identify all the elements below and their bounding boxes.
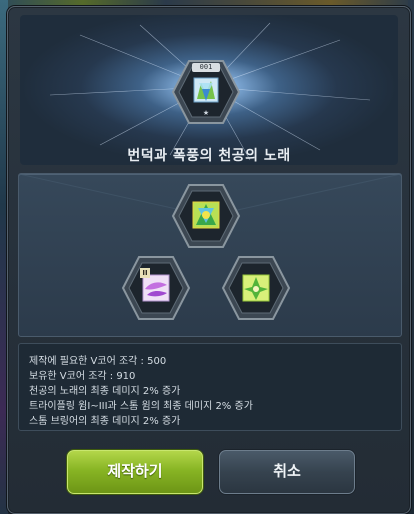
trifling-wind-skill-icon: [142, 274, 170, 302]
skill-level-badge: II: [140, 268, 150, 278]
owned-fragments: 보유한 V코어 조각 : 910: [29, 371, 136, 382]
core-badge: 001: [192, 63, 220, 72]
v-core-craft-dialog: ★ 001 번덕과 폭풍의 천공의 노래 II 제작에 필요한 V코어 조각:…: [7, 6, 411, 514]
song-of-sky-skill-icon: [192, 201, 220, 229]
core-title: 번덕과 폭풍의 천공의 노래: [127, 148, 291, 164]
v-core-slot: ★ 001: [171, 59, 241, 125]
skill-slot-left[interactable]: II: [121, 255, 191, 321]
craft-info-panel: 제작에 필요한 V코어 조각 : 500 보유한 V코어 조각 : 910 천공…: [18, 343, 402, 431]
effect-line-1: 천공의 노래의 최종 데미지 2% 증가: [29, 386, 181, 397]
svg-text:★: ★: [203, 109, 209, 117]
effect-line-3: 스톰 브링어의 최종 데미지 2% 증가: [29, 416, 181, 427]
storm-bringer-skill-icon: [242, 274, 270, 302]
required-fragments: 제작에 필요한 V코어 조각 : 500: [29, 356, 167, 367]
skill-slot-right[interactable]: [221, 255, 291, 321]
skill-slot-top[interactable]: [171, 183, 241, 249]
cancel-button[interactable]: 취소: [219, 450, 355, 494]
effect-line-2: 트라이플링 윔I~III과 스톰 윔의 최종 데미지 2% 증가: [29, 401, 253, 412]
craft-button[interactable]: 제작하기: [67, 450, 203, 494]
wind-core-icon: [193, 77, 219, 103]
